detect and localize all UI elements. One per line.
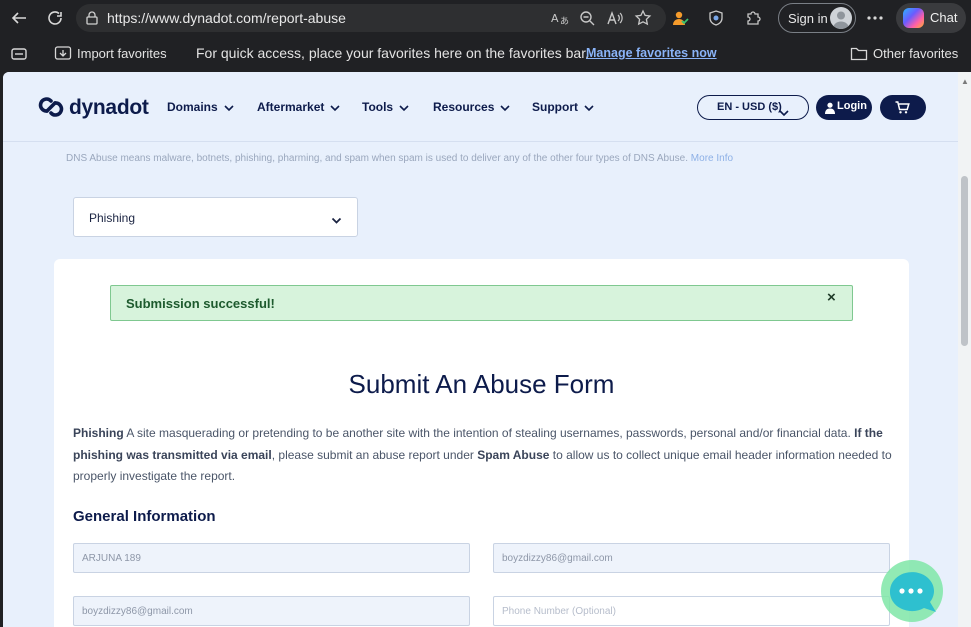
name-field[interactable]: ARJUNA 189 xyxy=(73,543,470,573)
other-favorites-button[interactable]: Other favorites xyxy=(873,46,958,61)
manage-favorites-link[interactable]: Manage favorites now xyxy=(586,46,717,60)
nav-label: Domains xyxy=(167,100,218,114)
dynadot-logo-icon xyxy=(38,97,64,117)
nav-label: Tools xyxy=(362,100,394,114)
profile-extension-icon[interactable] xyxy=(667,5,693,31)
copilot-chat-button[interactable]: Chat xyxy=(896,3,966,33)
language-currency-label: EN - USD ($) xyxy=(717,101,782,113)
close-icon[interactable]: × xyxy=(827,289,836,306)
sign-in-button[interactable]: Sign in xyxy=(778,3,856,33)
email-field[interactable]: boyzdizzy86@gmail.com xyxy=(493,543,890,573)
language-currency-button[interactable]: EN - USD ($) xyxy=(697,95,809,120)
import-favorites-icon xyxy=(54,45,72,66)
nav-resources[interactable]: Resources xyxy=(433,100,510,115)
alert-message: Submission successful! xyxy=(126,296,275,311)
dns-abuse-note: DNS Abuse means malware, botnets, phishi… xyxy=(66,153,733,164)
favorites-bar: Import favorites For quick access, place… xyxy=(0,36,971,72)
confirm-email-value: boyzdizzy86@gmail.com xyxy=(82,606,193,617)
shield-icon[interactable] xyxy=(703,5,729,31)
copilot-logo-icon xyxy=(903,8,924,28)
sign-in-label: Sign in xyxy=(788,11,828,26)
desc-bold-3: Spam Abuse xyxy=(477,447,550,462)
page-title: Submit An Abuse Form xyxy=(348,369,615,399)
scrollbar-thumb[interactable] xyxy=(961,176,968,346)
chat-bubble-icon xyxy=(881,560,943,622)
nav-support[interactable]: Support xyxy=(532,100,594,115)
chevron-down-icon xyxy=(779,104,789,122)
refresh-icon[interactable] xyxy=(42,5,68,31)
chevron-down-icon xyxy=(584,101,594,115)
import-favorites-button[interactable]: Import favorites xyxy=(77,46,167,61)
cart-button[interactable] xyxy=(880,95,926,120)
site-header: dynadot Domains Aftermarket Tools Resour… xyxy=(3,72,958,142)
chevron-down-icon xyxy=(224,101,234,115)
browser-toolbar: https://www.dynadot.com/report-abuse Aあ … xyxy=(0,0,971,36)
live-chat-button[interactable] xyxy=(878,560,946,622)
lock-icon xyxy=(84,10,100,26)
cart-icon xyxy=(895,101,910,119)
back-icon[interactable] xyxy=(6,5,32,31)
phone-field[interactable]: Phone Number (Optional) xyxy=(493,596,890,626)
nav-label: Resources xyxy=(433,100,495,114)
more-info-link[interactable]: More Info xyxy=(691,153,733,164)
phone-placeholder: Phone Number (Optional) xyxy=(502,606,616,617)
nav-label: Support xyxy=(532,100,578,114)
chevron-down-icon xyxy=(330,101,340,115)
chevron-down-icon xyxy=(500,101,510,115)
phishing-description: Phishing A site masquerading or pretendi… xyxy=(73,423,893,488)
user-icon xyxy=(825,101,835,119)
chevron-down-icon xyxy=(331,212,342,230)
desc-term: Phishing xyxy=(73,426,124,440)
favorites-hint: For quick access, place your favorites h… xyxy=(196,45,589,61)
read-aloud-icon[interactable] xyxy=(605,8,625,28)
section-title: General Information xyxy=(73,508,216,525)
favorite-star-icon[interactable] xyxy=(633,8,653,28)
svg-text:A: A xyxy=(551,12,559,25)
folder-icon xyxy=(850,46,868,66)
web-page: dynadot Domains Aftermarket Tools Resour… xyxy=(3,72,958,627)
nav-domains[interactable]: Domains xyxy=(167,100,234,115)
success-alert: Submission successful! × xyxy=(110,285,853,321)
login-label: Login xyxy=(837,100,867,112)
tab-actions-icon[interactable] xyxy=(10,46,28,67)
brand-name: dynadot xyxy=(69,96,149,119)
nav-aftermarket[interactable]: Aftermarket xyxy=(257,100,340,115)
extensions-icon[interactable] xyxy=(740,5,766,31)
dns-note-text: DNS Abuse means malware, botnets, phishi… xyxy=(66,153,689,164)
nav-tools[interactable]: Tools xyxy=(362,100,409,115)
chevron-down-icon xyxy=(399,101,409,115)
translate-icon[interactable]: Aあ xyxy=(550,8,570,28)
more-menu-icon[interactable] xyxy=(862,5,888,31)
zoom-icon[interactable] xyxy=(577,8,597,28)
abuse-type-select[interactable]: Phishing xyxy=(73,197,358,237)
url-text: https://www.dynadot.com/report-abuse xyxy=(107,10,346,26)
brand-logo[interactable]: dynadot xyxy=(37,94,149,125)
abuse-form-card: Submission successful! × Submit An Abuse… xyxy=(54,259,909,627)
nav-label: Aftermarket xyxy=(257,100,325,114)
desc-text-1: A site masquerading or pretending to be … xyxy=(123,426,855,440)
svg-text:あ: あ xyxy=(560,16,569,26)
name-value: ARJUNA 189 xyxy=(82,553,141,564)
chat-label: Chat xyxy=(930,10,958,25)
scroll-up-icon[interactable]: ▲ xyxy=(961,77,969,86)
address-bar[interactable]: https://www.dynadot.com/report-abuse Aあ xyxy=(76,4,666,32)
page-scrollbar[interactable]: ▲ xyxy=(958,72,971,627)
avatar-icon xyxy=(830,7,852,29)
login-button[interactable]: Login xyxy=(816,95,872,120)
email-value: boyzdizzy86@gmail.com xyxy=(502,553,613,564)
abuse-type-value: Phishing xyxy=(89,211,136,225)
confirm-email-field[interactable]: boyzdizzy86@gmail.com xyxy=(73,596,470,626)
desc-text-2: , please submit an abuse report under xyxy=(271,447,478,462)
